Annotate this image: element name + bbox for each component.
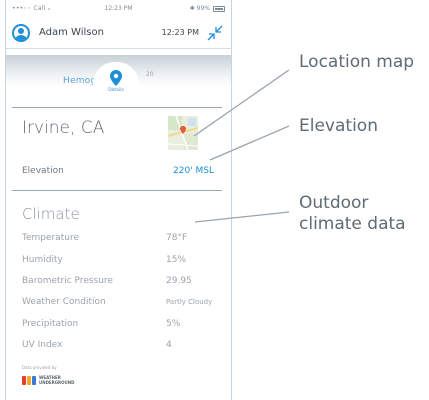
- callout-location-map: Location map: [299, 52, 415, 72]
- callout-outdoor-line-1: Outdoor: [299, 193, 369, 213]
- callout-outdoor-climate: Outdoor climate data: [299, 193, 406, 235]
- callout-elevation: Elevation: [299, 116, 378, 136]
- callout-outdoor-line-2: climate data: [299, 214, 406, 234]
